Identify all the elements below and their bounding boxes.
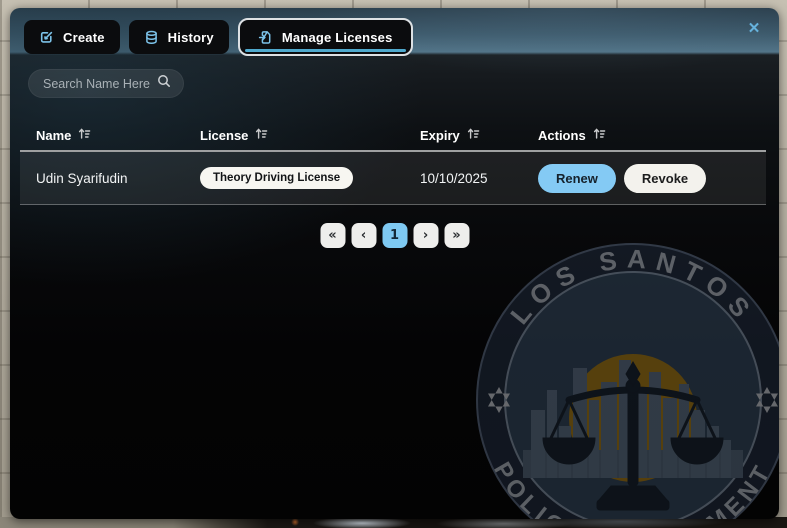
pagination-first-button[interactable]: « (320, 223, 345, 248)
tab-bar: Create History Manage Licenses (24, 18, 413, 56)
sort-icon (78, 127, 91, 143)
tab-create[interactable]: Create (24, 20, 120, 54)
licenses-table: Name License Expiry Actions Udin Syarifu… (20, 120, 766, 205)
seal-skyline (523, 360, 743, 478)
seal-arc-bottom-text: POLICE DEPARTMENT (488, 458, 773, 519)
lspd-seal-watermark: LOS SANTOS POLICE DEPARTMENT (476, 243, 779, 519)
column-header-expiry[interactable]: Expiry (420, 127, 538, 143)
table-header-row: Name License Expiry Actions (20, 120, 766, 152)
cell-actions: Renew Revoke (538, 163, 766, 193)
column-header-name[interactable]: Name (36, 127, 200, 143)
close-icon[interactable]: ✕ (744, 19, 764, 39)
svg-text:POLICE DEPARTMENT: POLICE DEPARTMENT (488, 458, 778, 519)
search-pill[interactable] (28, 69, 184, 98)
renew-button[interactable]: Renew (538, 163, 616, 193)
sort-icon (593, 127, 606, 143)
tab-history-label: History (167, 29, 214, 45)
cell-name: Udin Syarifudin (36, 170, 128, 186)
search-input[interactable] (43, 76, 153, 91)
table-row: Udin Syarifudin Theory Driving License 1… (20, 152, 766, 205)
svg-text:LOS SANTOS: LOS SANTOS (504, 243, 761, 329)
tab-create-label: Create (63, 29, 105, 45)
tab-manage-licenses[interactable]: Manage Licenses (237, 18, 413, 56)
pagination-prev-button[interactable]: ‹ (351, 223, 376, 248)
pagination: « ‹ 1 › » (320, 223, 469, 248)
column-header-name-label: Name (36, 127, 72, 143)
pagination-last-button[interactable]: » (444, 223, 469, 248)
license-manager-panel: LOS SANTOS POLICE DEPARTMENT Create (10, 8, 779, 519)
column-header-license[interactable]: License (200, 127, 420, 143)
column-header-actions-label: Actions (538, 127, 586, 143)
revoke-button[interactable]: Revoke (623, 163, 707, 193)
seal-scales-of-justice (542, 361, 724, 511)
tab-manage-licenses-label: Manage Licenses (281, 29, 393, 45)
pagination-page-1-button[interactable]: 1 (382, 223, 407, 248)
column-header-expiry-label: Expiry (420, 127, 460, 143)
seal-sun (569, 354, 697, 482)
tab-history[interactable]: History (128, 20, 229, 54)
seal-stars (488, 387, 778, 413)
file-import-icon (258, 30, 273, 45)
cell-expiry: 10/10/2025 (420, 170, 488, 186)
database-icon (144, 30, 159, 45)
license-badge: Theory Driving License (200, 167, 354, 189)
sort-icon (255, 127, 268, 143)
search-icon (157, 74, 171, 93)
cell-license: Theory Driving License (200, 167, 420, 189)
column-header-actions[interactable]: Actions (538, 127, 766, 143)
pagination-next-button[interactable]: › (413, 223, 438, 248)
seal-arc-top-text: LOS SANTOS (504, 243, 752, 329)
edit-icon (39, 30, 54, 45)
sort-icon (467, 127, 480, 143)
column-header-license-label: License (200, 127, 249, 143)
